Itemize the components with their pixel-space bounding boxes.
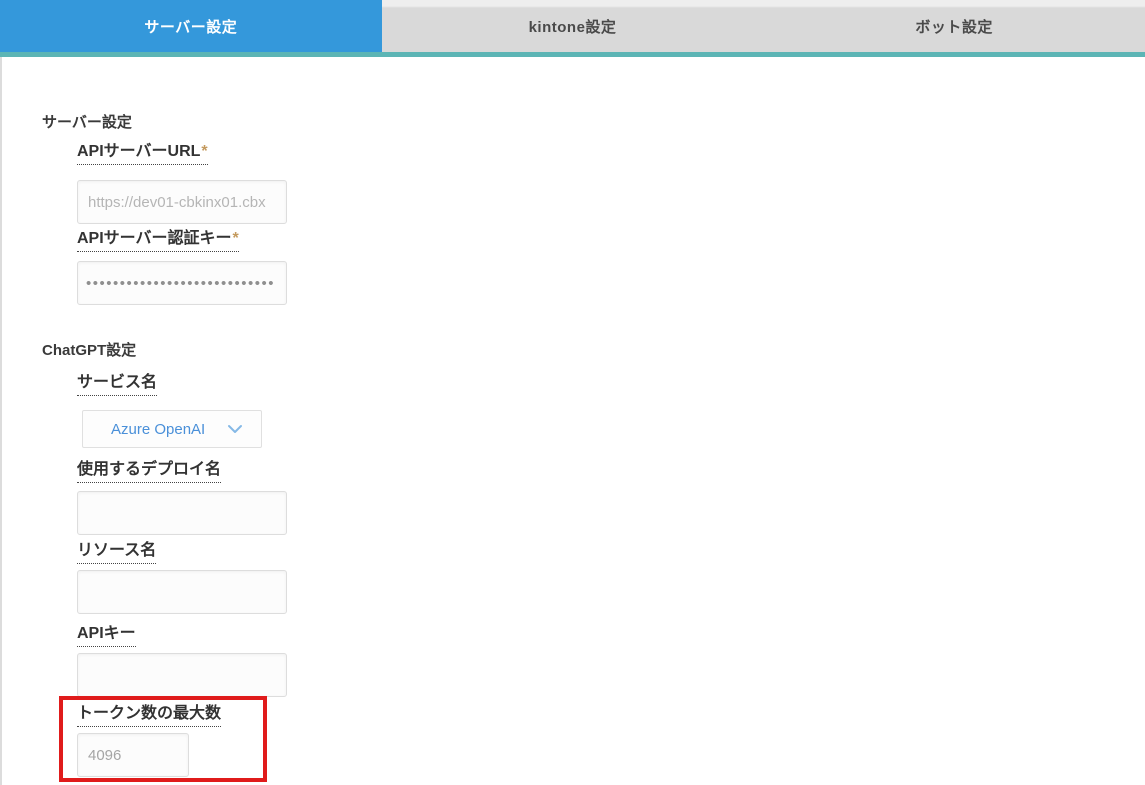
resource-name-input[interactable] [77,570,287,614]
required-asterisk: * [201,143,208,160]
service-name-selected-value: Azure OpenAI [111,420,206,438]
deploy-name-input[interactable] [77,491,287,535]
tab-server-settings[interactable]: サーバー設定 [0,0,382,52]
tab-bar: サーバー設定 kintone設定 ボット設定 [0,0,1145,52]
max-tokens-label: トークン数の最大数 [77,704,222,727]
settings-form: サーバー設定 APIサーバーURL* APIサーバー認証キー* ChatGPT設… [0,57,1145,785]
tab-kintone-settings[interactable]: kintone設定 [381,0,764,52]
max-tokens-label-row: トークン数の最大数 [77,704,263,727]
api-server-url-label: APIサーバーURL* [77,142,208,165]
tab-bot-settings[interactable]: ボット設定 [763,0,1145,52]
api-key-label-row: APIキー [77,624,1145,647]
resource-name-label-row: リソース名 [77,541,1145,564]
api-key-input[interactable] [77,653,287,697]
required-asterisk: * [232,230,239,247]
resource-name-label: リソース名 [77,541,157,564]
api-server-auth-key-label: APIサーバー認証キー* [77,229,239,252]
service-name-select[interactable]: Azure OpenAI [82,410,262,448]
plugin-settings-screen: サーバー設定 kintone設定 ボット設定 サーバー設定 APIサーバーURL… [0,0,1145,785]
highlight-box: トークン数の最大数 [59,696,267,782]
api-server-auth-key-label-row: APIサーバー認証キー* [77,229,1145,252]
api-server-url-input[interactable] [77,180,287,224]
max-tokens-input[interactable] [77,733,189,777]
chatgpt-section-heading: ChatGPT設定 [42,342,137,359]
api-server-auth-key-input[interactable] [77,261,287,305]
chevron-down-icon [228,425,242,433]
server-section-heading: サーバー設定 [42,114,132,131]
api-server-url-label-row: APIサーバーURL* [77,142,1145,165]
deploy-name-label: 使用するデプロイ名 [77,460,222,483]
service-name-label: サービス名 [77,373,158,396]
service-name-label-row: サービス名 [77,373,1145,396]
api-key-label: APIキー [77,624,136,647]
deploy-name-label-row: 使用するデプロイ名 [77,460,1145,483]
